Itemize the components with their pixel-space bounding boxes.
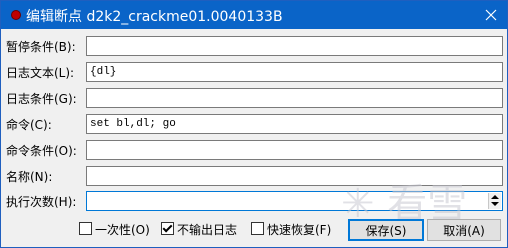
- fast-resume-checkbox[interactable]: 快速恢复(F): [251, 221, 341, 237]
- silent-checkbox-box[interactable]: [161, 222, 174, 235]
- dialog-footer: 一次性(O) 不输出日志 快速恢复(F) 保存(S) 取消(A): [1, 217, 507, 241]
- fast-resume-checkbox-box[interactable]: [251, 222, 264, 235]
- singleshot-checkbox-label: 一次性(O): [95, 223, 150, 237]
- singleshot-checkbox[interactable]: 一次性(O): [79, 221, 157, 237]
- log-condition-label: 日志条件(G):: [6, 92, 77, 106]
- fast-resume-checkbox-label: 快速恢复(F): [267, 223, 332, 237]
- command-row: 命令(C): set bl,dl; go: [1, 114, 507, 134]
- break-condition-row: 暂停条件(B):: [1, 36, 507, 56]
- name-input[interactable]: [86, 166, 503, 186]
- log-condition-row: 日志条件(G):: [1, 88, 507, 108]
- log-text-input[interactable]: {dl}: [86, 62, 503, 82]
- command-condition-label: 命令条件(O):: [6, 144, 77, 158]
- command-input[interactable]: set bl,dl; go: [86, 114, 503, 134]
- close-button[interactable]: [475, 1, 507, 29]
- log-condition-input[interactable]: [86, 88, 503, 108]
- window-title: 编辑断点 d2k2_crackme01.0040133B: [26, 9, 283, 25]
- hit-count-spinner[interactable]: [488, 193, 501, 209]
- title-bar[interactable]: 编辑断点 d2k2_crackme01.0040133B: [1, 1, 507, 29]
- singleshot-checkbox-box[interactable]: [79, 222, 92, 235]
- cancel-button[interactable]: 取消(A): [427, 219, 501, 241]
- edit-breakpoint-dialog: 编辑断点 d2k2_crackme01.0040133B 暂停条件(B): 日志…: [0, 0, 508, 248]
- hit-count-label: 执行次数(H):: [6, 195, 77, 209]
- break-condition-label: 暂停条件(B):: [6, 40, 76, 54]
- break-condition-input[interactable]: [86, 36, 503, 56]
- breakpoint-icon: [11, 10, 21, 20]
- command-condition-input[interactable]: [86, 140, 503, 160]
- log-text-row: 日志文本(L): {dl}: [1, 62, 507, 82]
- log-text-label: 日志文本(L):: [6, 66, 75, 80]
- close-icon: [485, 9, 497, 21]
- name-row: 名称(N):: [1, 166, 507, 186]
- command-condition-row: 命令条件(O):: [1, 140, 507, 160]
- save-button[interactable]: 保存(S): [348, 219, 424, 241]
- spin-up-arrow-icon[interactable]: [491, 195, 499, 199]
- hit-count-row: 执行次数(H):: [1, 191, 507, 211]
- silent-checkbox[interactable]: 不输出日志: [161, 221, 251, 237]
- hit-count-input[interactable]: [86, 191, 503, 211]
- name-label: 名称(N):: [6, 170, 53, 184]
- command-label: 命令(C):: [6, 118, 52, 132]
- silent-checkbox-label: 不输出日志: [177, 223, 238, 237]
- spin-down-arrow-icon[interactable]: [491, 202, 499, 206]
